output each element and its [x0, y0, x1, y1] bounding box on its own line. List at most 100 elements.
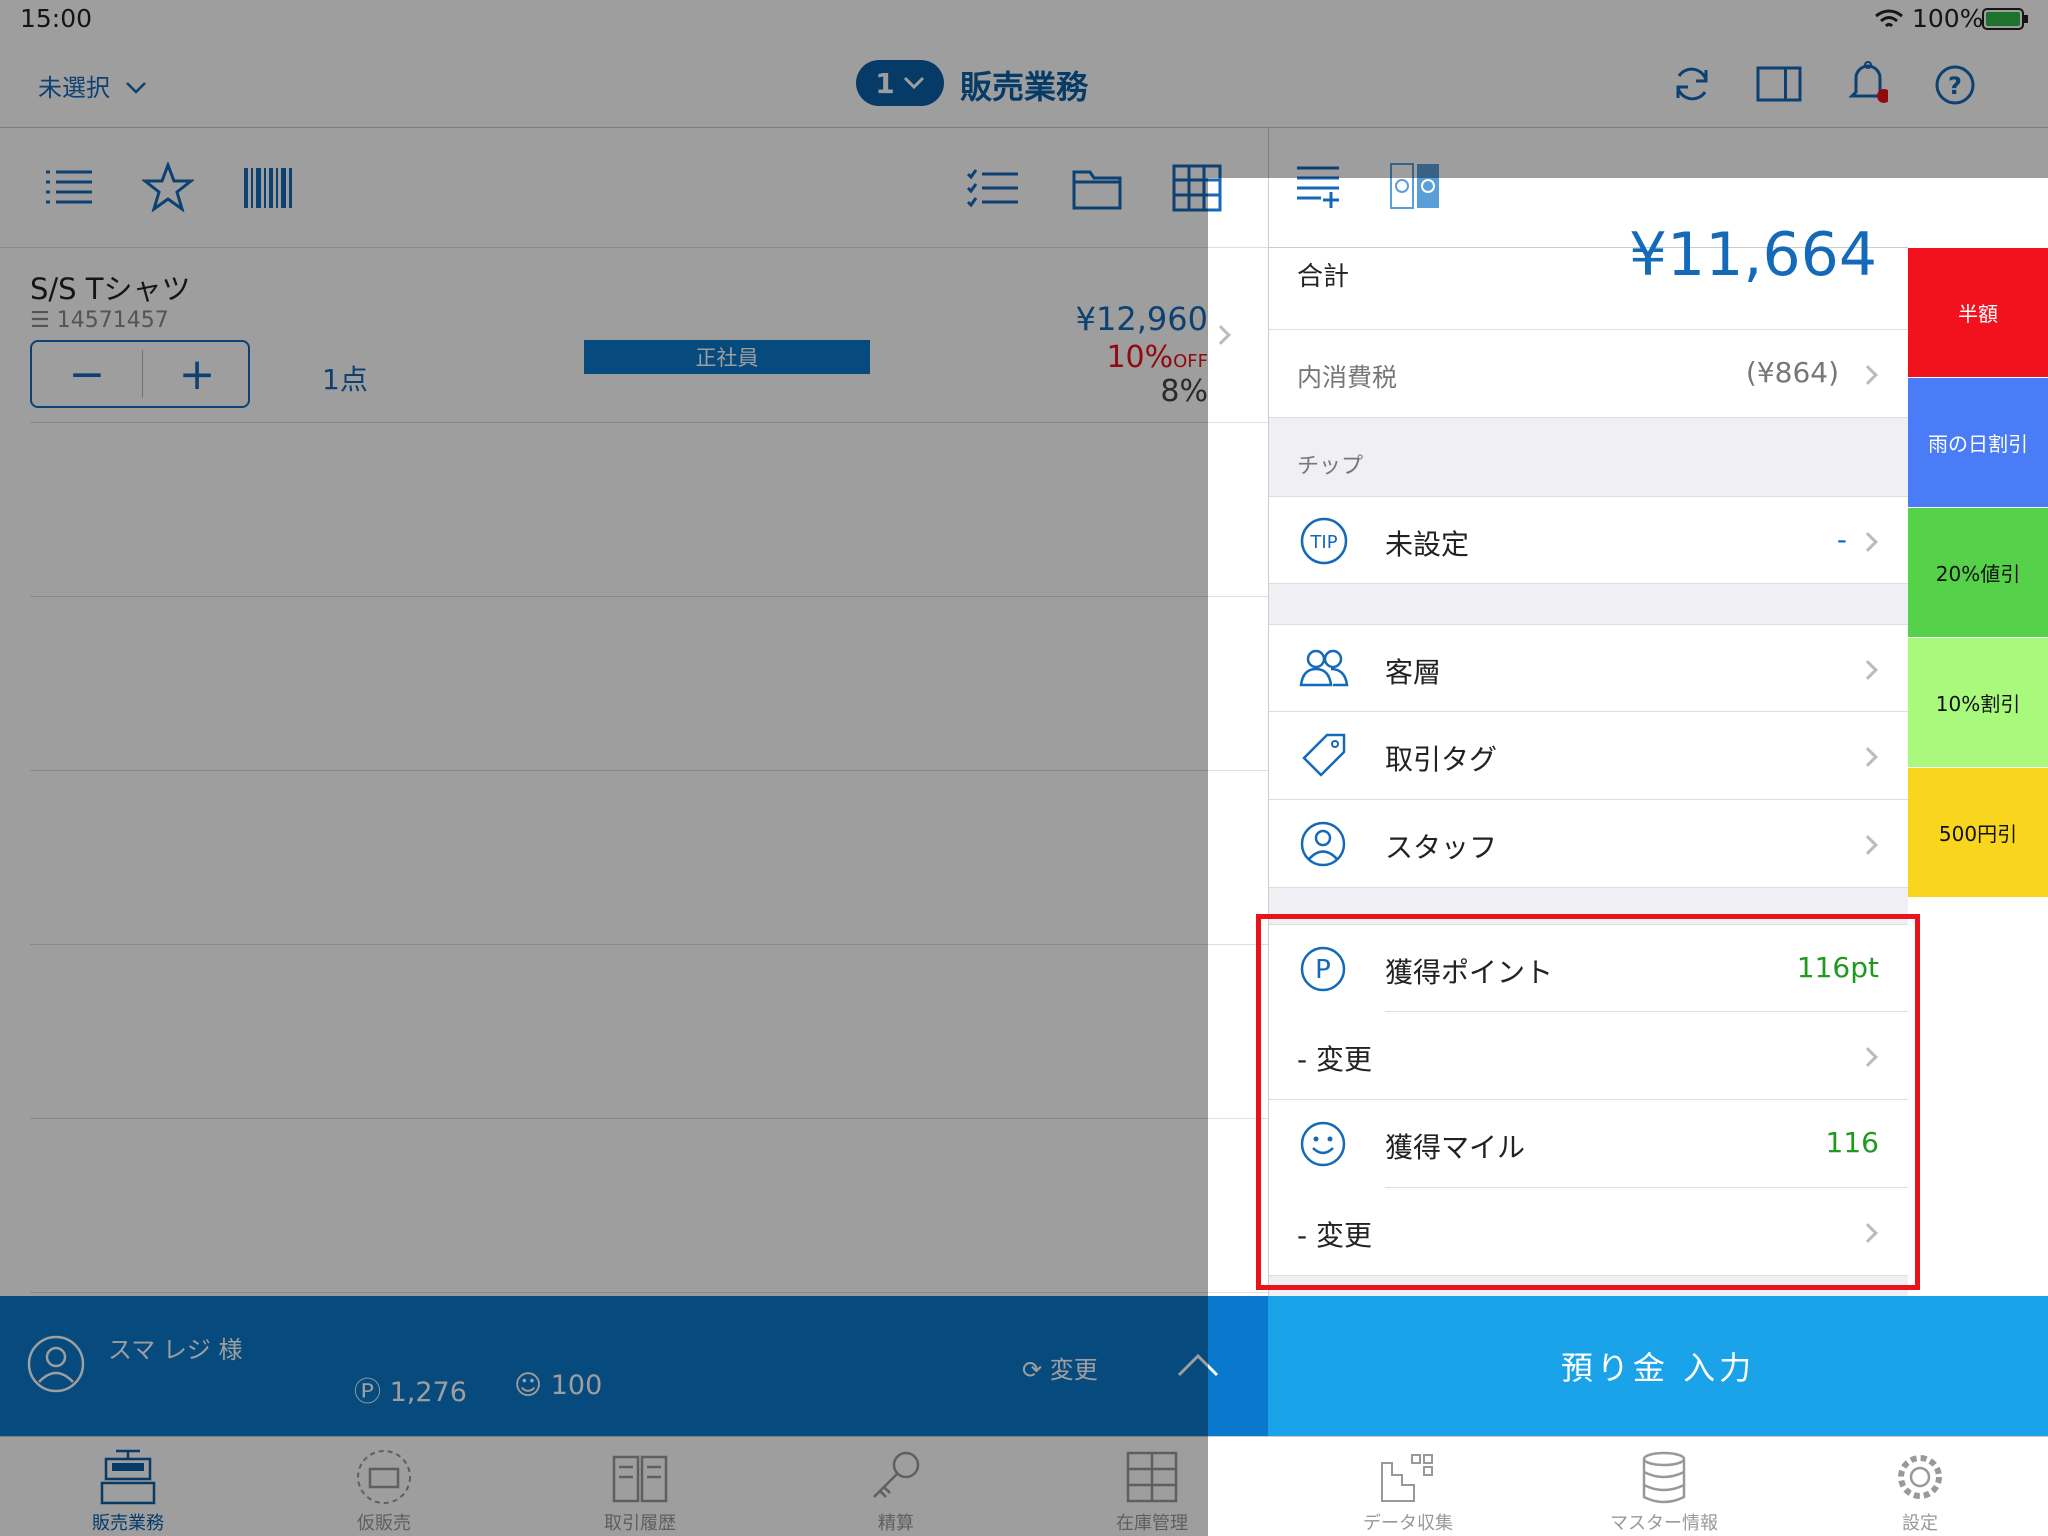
- item-price: ¥12,960: [1075, 300, 1208, 338]
- tax-label: 内消費税: [1297, 363, 1398, 392]
- minus-button[interactable]: −: [32, 342, 142, 406]
- item-discount-pct: 10%: [1106, 340, 1174, 375]
- tab-label: 在庫管理: [1116, 1513, 1188, 1534]
- deposit-input-button[interactable]: 預り金 入力: [1268, 1296, 2048, 1436]
- row-divider: [30, 422, 1270, 423]
- add-list-icon[interactable]: [1295, 162, 1341, 210]
- customer-miles: ☺ 100: [514, 1370, 602, 1401]
- star-icon[interactable]: [142, 162, 194, 212]
- register-icon: [100, 1449, 156, 1505]
- chevron-down-icon: [903, 76, 924, 90]
- chevron-down-icon: [125, 82, 146, 94]
- chevron-right-icon: [1211, 325, 1231, 345]
- cart-item-row[interactable]: S/S Tシャツ ☰ 14571457 − + 1点 正社員 ¥12,960 1…: [0, 248, 1270, 423]
- register-count-badge[interactable]: 1: [856, 60, 944, 106]
- tip-value: -: [1836, 523, 1847, 556]
- customer-points: Ⓟ 1,276: [354, 1370, 467, 1409]
- discount-button-rainy-day[interactable]: 雨の日割引: [1908, 378, 2048, 508]
- tab-temporary-sale[interactable]: 仮販売: [256, 1437, 512, 1536]
- chevron-right-icon: [1858, 365, 1878, 385]
- barcode-icon[interactable]: [242, 166, 294, 210]
- list-icon[interactable]: [44, 166, 94, 208]
- chevron-right-icon: [1858, 835, 1878, 855]
- staff-label: スタッフ: [1385, 831, 1498, 864]
- tip-icon: TIP: [1300, 517, 1348, 565]
- discount-button-500yen[interactable]: 500円引: [1908, 768, 2048, 898]
- battery-percent: 100%: [1912, 4, 1984, 33]
- folder-icon[interactable]: [1072, 166, 1122, 210]
- tax-row[interactable]: 内消費税 (¥864): [1269, 330, 1908, 418]
- total-value: ¥11,664: [1628, 220, 1877, 290]
- item-name: S/S Tシャツ: [30, 272, 191, 306]
- tab-label: マスター情報: [1610, 1513, 1718, 1534]
- chevron-right-icon: [1858, 532, 1878, 552]
- store-select-label: 未選択: [38, 74, 110, 102]
- discount-button-20pct[interactable]: 20%値引: [1908, 508, 2048, 638]
- help-icon[interactable]: ?: [1934, 64, 1976, 106]
- customer-name: スマ レジ 様: [108, 1336, 243, 1364]
- customer-miles-value: 100: [550, 1370, 603, 1401]
- tab-master-data[interactable]: マスター情報: [1536, 1437, 1792, 1536]
- item-toolbar: [0, 128, 1270, 248]
- tip-section-header: チップ: [1297, 454, 1364, 479]
- chevron-right-icon: [1858, 747, 1878, 767]
- battery-icon: [1982, 8, 2028, 30]
- item-discount-off: OFF: [1173, 351, 1208, 372]
- total-label: 合計: [1297, 262, 1350, 292]
- chevron-right-icon: [1858, 660, 1878, 680]
- tip-row[interactable]: TIP 未設定 -: [1269, 496, 1908, 584]
- plus-button[interactable]: +: [143, 342, 251, 406]
- tab-sales[interactable]: 販売業務: [0, 1437, 256, 1536]
- staff-icon: [1300, 821, 1346, 867]
- tab-data-collection[interactable]: データ収集: [1280, 1437, 1536, 1536]
- bell-icon[interactable]: [1848, 60, 1888, 106]
- database-icon: [1642, 1451, 1686, 1504]
- highlight-box: [1256, 914, 1920, 1290]
- tab-label: 販売業務: [92, 1513, 164, 1534]
- tab-label: 設定: [1902, 1513, 1938, 1534]
- receipt-toggle-icon[interactable]: [1389, 162, 1445, 212]
- discount-button-10pct[interactable]: 10%割引: [1908, 638, 2048, 768]
- refresh-icon[interactable]: [1672, 64, 1712, 104]
- tab-label: 取引履歴: [604, 1513, 676, 1534]
- total-row: 合計 ¥11,664: [1269, 220, 1908, 330]
- data-collect-icon: [1381, 1454, 1433, 1502]
- wifi-icon: [1875, 9, 1903, 28]
- checklist-icon[interactable]: [966, 166, 1020, 210]
- tab-inventory[interactable]: 在庫管理: [1024, 1437, 1280, 1536]
- refresh-small-icon: ⟳: [1022, 1356, 1043, 1384]
- svg-text:TIP: TIP: [1309, 532, 1337, 553]
- row-divider: [30, 944, 1270, 945]
- tab-settlement[interactable]: 精算: [768, 1437, 1024, 1536]
- gear-icon: [1898, 1455, 1942, 1499]
- customer-change-button[interactable]: ⟳ 変更: [1022, 1350, 1098, 1385]
- row-divider: [30, 1118, 1270, 1119]
- user-avatar-icon: [27, 1335, 85, 1393]
- customer-change-label: 変更: [1049, 1356, 1098, 1384]
- staff-tag-badge: 正社員: [584, 340, 870, 374]
- status-time: 15:00: [20, 4, 93, 33]
- tag-icon: [1302, 733, 1346, 777]
- store-select[interactable]: 未選択: [38, 68, 148, 103]
- quantity-stepper: − +: [30, 340, 250, 408]
- chevron-up-icon[interactable]: [1176, 1352, 1220, 1378]
- tab-history[interactable]: 取引履歴: [512, 1437, 768, 1536]
- page-title: 販売業務: [960, 68, 1089, 106]
- staff-row[interactable]: スタッフ: [1269, 800, 1908, 888]
- tax-value: (¥864): [1745, 356, 1839, 389]
- customer-bar[interactable]: スマ レジ 様 Ⓟ 1,276 ☺ 100 ⟳ 変更: [0, 1296, 1270, 1436]
- svg-text:?: ?: [1948, 72, 1962, 100]
- grid-icon[interactable]: [1172, 164, 1222, 212]
- transaction-tag-row[interactable]: 取引タグ: [1269, 712, 1908, 800]
- item-discount: 10%OFF: [1106, 340, 1208, 375]
- split-view-icon[interactable]: [1756, 66, 1802, 102]
- tab-settings[interactable]: 設定: [1792, 1437, 2048, 1536]
- status-bar: 15:00 100%: [0, 0, 2048, 38]
- item-quantity: 1点: [322, 363, 368, 396]
- discount-button-half[interactable]: 半額: [1908, 248, 2048, 378]
- smile-small-icon: ☺: [514, 1370, 543, 1401]
- book-icon: [612, 1455, 668, 1503]
- row-divider: [30, 770, 1270, 771]
- register-count: 1: [875, 66, 895, 100]
- customer-segment-row[interactable]: 客層: [1269, 624, 1908, 712]
